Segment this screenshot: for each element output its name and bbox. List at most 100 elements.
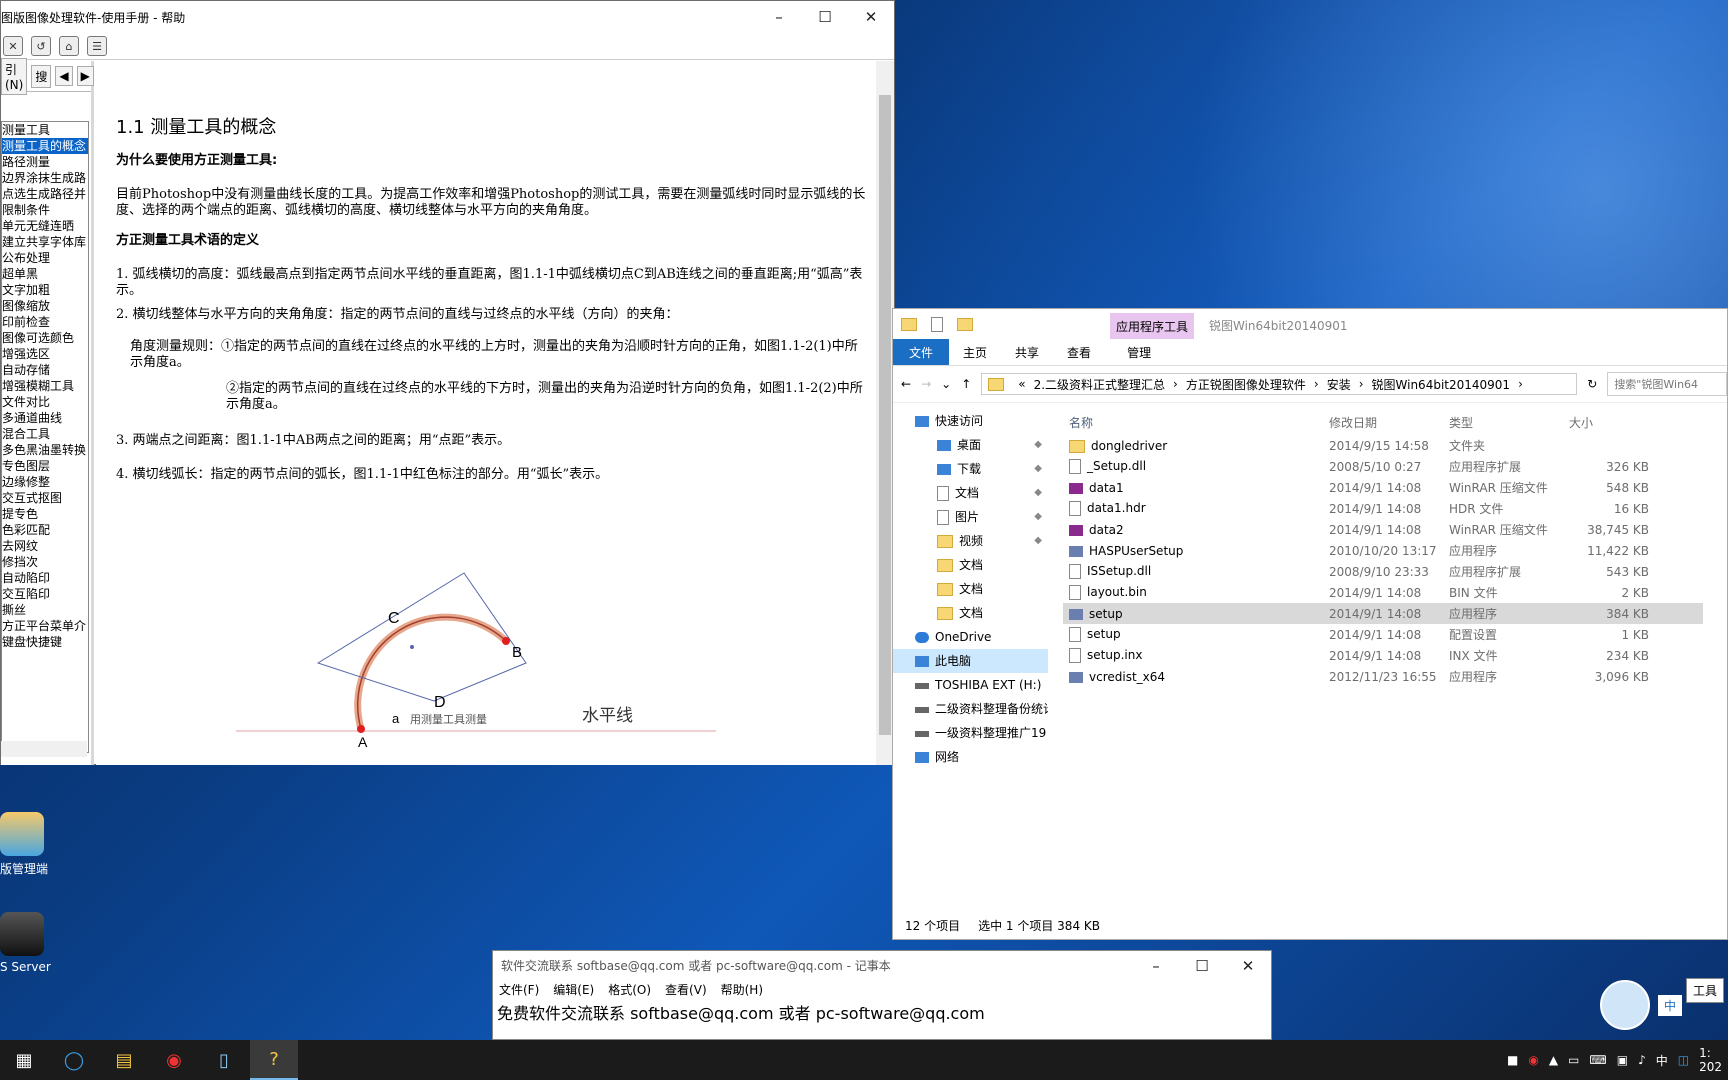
help-app-icon[interactable]: ? [250,1040,298,1080]
menu-file[interactable]: 文件(F) [499,981,539,1001]
nav-item[interactable]: 视频 ◆ [893,529,1048,553]
nav-item[interactable]: 下载 ◆ [893,457,1048,481]
toc-item[interactable]: 键盘快捷键 [2,634,88,650]
tab-search[interactable]: 搜 [31,64,52,88]
file-row[interactable]: vcredist_x64 2012/11/23 16:55 应用程序 3,096 KB [1063,666,1703,687]
pin-icon[interactable]: ◆ [1034,481,1042,505]
breadcrumb-item[interactable]: 锐图Win64bit20140901 [1372,376,1511,393]
address-bar[interactable]: « 2.二级资料正式整理汇总 › 方正锐图图像处理软件 › 安装 › 锐图Win… [981,373,1578,395]
nav-item[interactable]: 图片 ◆ [893,505,1048,529]
network-icon[interactable]: ▣ [1617,1053,1628,1067]
breadcrumb-separator[interactable]: › [1518,377,1523,391]
nav-item[interactable]: 文档 [893,577,1048,601]
toc-item[interactable]: 多色黑油墨转换 [2,442,88,458]
pin-icon[interactable]: ◆ [1034,529,1042,553]
breadcrumb-item[interactable]: 安装 [1327,376,1351,393]
toc-item[interactable]: 公布处理 [2,250,88,266]
file-row[interactable]: layout.bin 2014/9/1 14:08 BIN 文件 2 KB [1063,582,1703,603]
file-row[interactable]: HASPUserSetup 2010/10/20 13:17 应用程序 11,422 … [1063,540,1703,561]
menu-help[interactable]: 帮助(H) [721,981,763,1001]
search-input[interactable]: 搜索"锐图Win64 [1607,372,1727,396]
properties-icon[interactable] [931,316,943,332]
battery-icon[interactable]: ▭ [1568,1053,1579,1067]
tray-app-icon[interactable]: ■ [1507,1053,1518,1067]
tab-manage[interactable]: 管理 [1105,344,1165,361]
toc-item[interactable]: 色彩匹配 [2,522,88,538]
file-row[interactable]: dongledriver 2014/9/15 14:58 文件夹 [1063,435,1703,456]
toc-item[interactable]: 测量工具 [2,122,88,138]
toc-item[interactable]: 点选生成路径并 [2,186,88,202]
file-explorer-icon[interactable]: ▤ [100,1040,148,1080]
options-icon[interactable]: ☰ [87,36,107,56]
column-size[interactable]: 大小 [1569,414,1649,431]
up-icon[interactable]: ↑ [961,377,971,391]
tray-search-icon[interactable]: ◫ [1678,1053,1689,1067]
toc-item[interactable]: 建立共享字体库 [2,234,88,250]
record-icon[interactable]: ◉ [150,1040,198,1080]
nav-item[interactable]: 二级资料整理备份统计 [893,697,1048,721]
breadcrumb-overflow[interactable]: « [1018,377,1025,391]
toc-item[interactable]: 测量工具的概念 [2,138,88,154]
home-icon[interactable]: ⌂ [59,36,79,56]
tab-index[interactable]: 引(N) [1,57,28,95]
forward-icon[interactable]: → [921,377,931,391]
edge-icon[interactable]: ◯ [50,1040,98,1080]
tab-file[interactable]: 文件 [893,339,950,365]
new-folder-icon[interactable] [957,317,973,331]
toc-item[interactable]: 图像缩放 [2,298,88,314]
toc-item[interactable]: 专色图层 [2,458,88,474]
nav-item[interactable]: 此电脑 [893,649,1048,673]
menu-view[interactable]: 查看(V) [665,981,707,1001]
file-row[interactable]: setup 2014/9/1 14:08 应用程序 384 KB [1063,603,1703,624]
toc-item[interactable]: 去网纹 [2,538,88,554]
help-titlebar[interactable]: 图版图像处理软件-使用手册 - 帮助 – ☐ ✕ [1,1,894,33]
tray-device-icon[interactable]: ▲ [1549,1053,1558,1067]
toc-item[interactable]: 方正平台菜单介 [2,618,88,634]
file-row[interactable]: data1.hdr 2014/9/1 14:08 HDR 文件 16 KB [1063,498,1703,519]
toc-item[interactable]: 增强选区 [2,346,88,362]
toc-item[interactable]: 单元无缝连晒 [2,218,88,234]
close-button[interactable]: ✕ [848,1,894,33]
file-row[interactable]: setup 2014/9/1 14:08 配置设置 1 KB [1063,624,1703,645]
tab-next-icon[interactable]: ▶ [76,66,94,86]
menu-edit[interactable]: 编辑(E) [553,981,594,1001]
toc-item[interactable]: 交互式抠图 [2,490,88,506]
scrollbar-thumb[interactable] [879,95,891,735]
ime-toolbar[interactable]: 中 [1600,980,1683,1030]
pin-icon[interactable]: ◆ [1034,433,1042,457]
toc-item[interactable]: 路径测量 [2,154,88,170]
task-view-icon[interactable]: ▦ [0,1040,48,1080]
column-name[interactable]: 名称 [1063,414,1329,431]
input-method-indicator[interactable]: 中 [1656,1052,1668,1069]
file-row[interactable]: setup.inx 2014/9/1 14:08 INX 文件 234 KB [1063,645,1703,666]
hide-icon[interactable]: ✕ [3,36,23,56]
column-date[interactable]: 修改日期 [1329,414,1449,431]
desktop-shortcut[interactable]: 版管理端 [0,812,60,877]
toc-item[interactable]: 文字加粗 [2,282,88,298]
toc-horizontal-scrollbar[interactable] [1,741,87,757]
file-row[interactable]: _Setup.dll 2008/5/10 0:27 应用程序扩展 326 KB [1063,456,1703,477]
breadcrumb-item[interactable]: 方正锐图图像处理软件 [1186,376,1306,393]
back-icon[interactable]: ← [901,377,911,391]
menu-format[interactable]: 格式(O) [608,981,651,1001]
pin-icon[interactable]: ◆ [1034,505,1042,529]
toc-item[interactable]: 自动陷印 [2,570,88,586]
desktop-shortcut[interactable]: S Server [0,912,60,974]
toc-item[interactable]: 修挡次 [2,554,88,570]
toc-item[interactable]: 印前检查 [2,314,88,330]
tab-view[interactable]: 查看 [1053,344,1105,361]
ime-mascot-icon[interactable] [1600,980,1650,1030]
nav-item[interactable]: 桌面 ◆ [893,433,1048,457]
toc-item[interactable]: 限制条件 [2,202,88,218]
notepad-text-area[interactable]: 免费软件交流联系 softbase@qq.com 或者 pc-software@… [493,1001,1271,1027]
breadcrumb-separator[interactable]: › [1173,377,1178,391]
nav-item[interactable]: 网络 [893,745,1048,769]
toc-item[interactable]: 撕丝 [2,602,88,618]
maximize-button[interactable]: ☐ [1179,951,1225,981]
tray-record-icon[interactable]: ◉ [1528,1053,1538,1067]
tray-keyboard-icon[interactable]: ⌨ [1589,1053,1606,1067]
tab-share[interactable]: 共享 [1001,344,1053,361]
folder-icon[interactable] [901,317,917,331]
breadcrumb-separator[interactable]: › [1359,377,1364,391]
nav-item[interactable]: 文档 ◆ [893,481,1048,505]
